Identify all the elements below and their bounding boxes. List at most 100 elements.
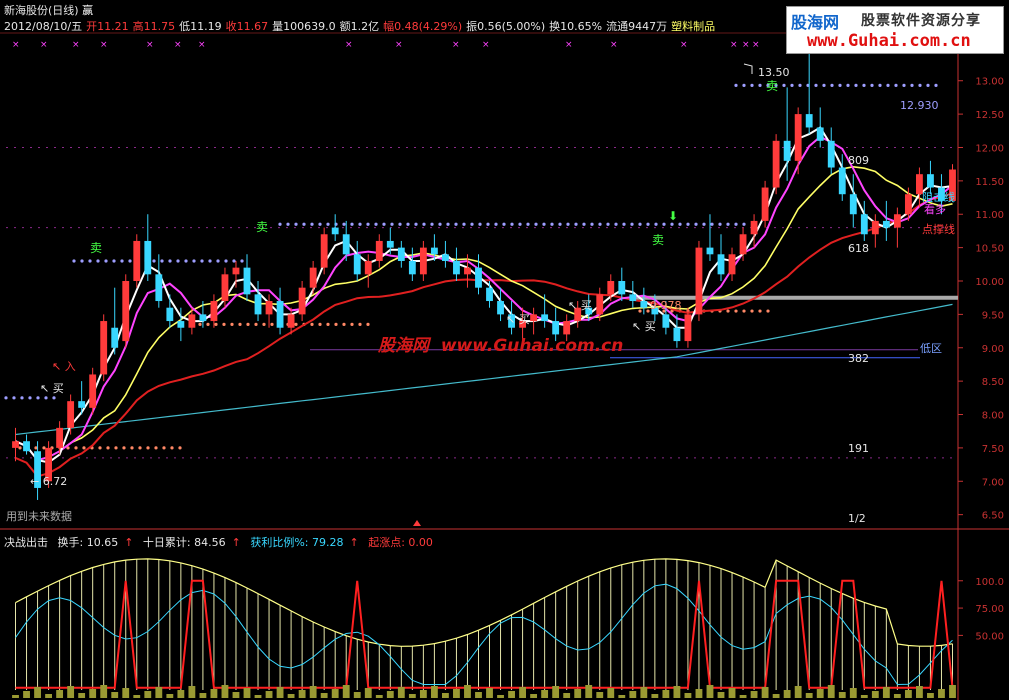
- volume-bar: [45, 694, 52, 698]
- support-line-1: [382, 222, 386, 226]
- candle-body: [772, 140, 780, 188]
- indicator-tick-label: 100.0: [975, 577, 1004, 588]
- volume-bar: [783, 690, 791, 698]
- indicator-ten-day: 十日累计: 84.56: [142, 536, 226, 549]
- support-line-4: [130, 446, 134, 450]
- support-line-3: [4, 396, 8, 400]
- site-logo[interactable]: 股海网 股票软件资源分享 www.Guhai.com.cn: [786, 6, 1004, 54]
- candle-body: [871, 220, 879, 235]
- quote-amount: 额1.2亿: [339, 20, 380, 33]
- indicator-tick-label: 50.00: [975, 631, 1004, 642]
- candle-body: [497, 301, 504, 315]
- volume-bar: [596, 692, 604, 698]
- support-line-1: [470, 222, 474, 226]
- quote-amplitude: 振0.56(5.00%): [466, 20, 546, 33]
- support-line-6: [750, 309, 754, 313]
- volume-bar: [397, 687, 405, 698]
- candle-body: [133, 240, 141, 281]
- quote-float: 流通9447万: [606, 20, 668, 33]
- support-line-2: [128, 259, 132, 263]
- support-line-2: [112, 259, 116, 263]
- support-line-4: [162, 446, 166, 450]
- sniper-line-label: 阻击线: [922, 190, 955, 204]
- candle-body: [78, 401, 86, 408]
- volume-bar: [607, 688, 615, 698]
- candle-body: [320, 234, 328, 268]
- watermark: 股海网 www.Guhai.com.cn: [378, 331, 623, 356]
- support-line-4: [178, 446, 182, 450]
- candle-body: [904, 194, 912, 215]
- level-382-label: 382: [848, 352, 869, 365]
- support-line-4: [170, 446, 174, 450]
- candle-body: [100, 321, 108, 375]
- candle-body: [243, 267, 251, 295]
- support-line-1: [534, 222, 538, 226]
- up-triangle-icon: [413, 520, 421, 526]
- sell-signal: 卖: [766, 79, 778, 93]
- indicator-profit-line: [15, 583, 953, 686]
- support-line-1: [414, 222, 418, 226]
- volume-bar: [938, 689, 945, 698]
- sell-signal: 卖: [90, 241, 102, 255]
- candle-body: [276, 301, 284, 328]
- signal-marker: ×: [72, 40, 80, 50]
- price-tick-label: 11.50: [975, 177, 1004, 188]
- support-line-1: [406, 222, 410, 226]
- resistance-line: [934, 83, 938, 88]
- signal-marker: ×: [730, 40, 738, 50]
- support-line-6: [726, 309, 730, 313]
- volume-bar: [342, 685, 350, 698]
- support-line-5: [214, 322, 218, 326]
- ma120-line: [15, 303, 953, 436]
- candle-body: [287, 314, 295, 328]
- indicator-name: 决战出击: [4, 536, 48, 549]
- volume-bar: [640, 687, 648, 698]
- resistance-line: [782, 83, 786, 88]
- support-line-1: [678, 222, 682, 226]
- support-line-2: [184, 259, 188, 263]
- chart-title: 新海股份(日线) 赢: [4, 4, 93, 18]
- volume-bar: [717, 692, 725, 698]
- volume-bar: [453, 689, 460, 698]
- volume-bar: [56, 690, 64, 698]
- candle-body: [397, 247, 405, 261]
- logo-site-name: 股海网: [791, 13, 840, 32]
- volume-bar: [673, 686, 681, 698]
- candle-body: [199, 314, 207, 322]
- support-line-6: [766, 309, 770, 313]
- volume-bar: [221, 685, 229, 698]
- support-line-3: [28, 396, 32, 400]
- price-tick-label: 9.50: [982, 310, 1004, 321]
- candle-body: [860, 214, 868, 235]
- candle-body: [122, 281, 130, 342]
- low-mark-label: ← 6.72: [30, 475, 67, 488]
- volume-bar: [695, 689, 703, 698]
- support-line-5: [230, 322, 234, 326]
- support-line-5: [270, 322, 274, 326]
- candle-body: [695, 247, 703, 315]
- volume-bar: [739, 695, 747, 698]
- up-arrow-icon: ↑: [231, 536, 241, 549]
- candle-body: [783, 140, 791, 161]
- candle-body: [794, 114, 802, 161]
- support-line-2: [176, 259, 180, 263]
- candle-body: [155, 274, 163, 302]
- support-line-1: [318, 222, 322, 226]
- support-line-6: [734, 309, 738, 313]
- volume-bar: [651, 694, 659, 698]
- support-line-2: [208, 259, 212, 263]
- volume-bar: [309, 686, 317, 698]
- candle-body: [221, 274, 229, 302]
- support-line-1: [726, 222, 730, 226]
- support-line-1: [510, 222, 514, 226]
- support-line-5: [318, 322, 322, 326]
- support-line-3: [20, 396, 24, 400]
- support-line-2: [224, 259, 228, 263]
- volume-bar: [23, 691, 30, 698]
- support-line-5: [262, 322, 266, 326]
- support-line-1: [670, 222, 674, 226]
- candle-body: [375, 240, 383, 261]
- support-line-5: [310, 322, 314, 326]
- support-line-1: [718, 222, 722, 226]
- candle-body: [607, 281, 615, 295]
